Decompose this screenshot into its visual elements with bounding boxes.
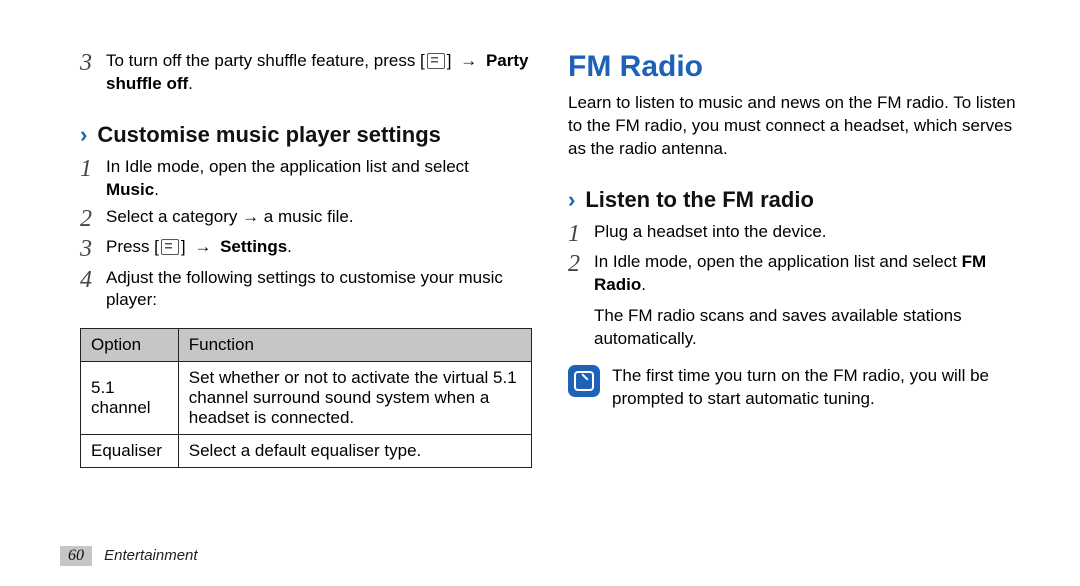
step-text: To turn off the party shuffle feature, p… bbox=[106, 50, 532, 96]
right-step2: 2 In Idle mode, open the application lis… bbox=[568, 251, 1020, 297]
left-step2: 2 Select a category → a music file. bbox=[80, 206, 532, 232]
intro-paragraph: Learn to listen to music and news on the… bbox=[568, 92, 1020, 161]
left-top-step3: 3 To turn off the party shuffle feature,… bbox=[80, 50, 532, 96]
menu-icon bbox=[161, 239, 179, 255]
bold-text: Party bbox=[486, 51, 529, 70]
settings-table: Option Function 5.1 channel Set whether … bbox=[80, 328, 532, 468]
step-number: 2 bbox=[80, 206, 106, 232]
page-content: 3 To turn off the party shuffle feature,… bbox=[0, 0, 1080, 468]
subheading-customise: › Customise music player settings bbox=[80, 122, 532, 148]
text: . bbox=[641, 275, 646, 294]
menu-icon bbox=[427, 53, 445, 69]
text: To turn off the party shuffle feature, p… bbox=[106, 51, 425, 70]
bold-text: Settings bbox=[220, 237, 287, 256]
table-header-option: Option bbox=[81, 329, 179, 362]
chevron-icon: › bbox=[568, 187, 575, 213]
note-text: The first time you turn on the FM radio,… bbox=[612, 365, 1020, 411]
section-title-fm-radio: FM Radio bbox=[568, 50, 1020, 84]
note-block: The first time you turn on the FM radio,… bbox=[568, 365, 1020, 411]
page-footer: 60 Entertainment bbox=[60, 546, 198, 566]
left-column: 3 To turn off the party shuffle feature,… bbox=[80, 50, 532, 468]
step-text: In Idle mode, open the application list … bbox=[594, 251, 1020, 297]
table-row: Equaliser Select a default equaliser typ… bbox=[81, 435, 532, 468]
arrow: → bbox=[190, 237, 215, 256]
step-number: 3 bbox=[80, 50, 106, 76]
subheading-text: Customise music player settings bbox=[97, 122, 441, 148]
table-cell-function: Set whether or not to activate the virtu… bbox=[178, 362, 531, 435]
text: . bbox=[287, 237, 292, 256]
step-text: Plug a headset into the device. bbox=[594, 221, 1020, 244]
step-number: 4 bbox=[80, 267, 106, 293]
page-number: 60 bbox=[60, 546, 92, 566]
right-column: FM Radio Learn to listen to music and ne… bbox=[568, 50, 1020, 468]
table-cell-option: Equaliser bbox=[81, 435, 179, 468]
step2-continuation: The FM radio scans and saves available s… bbox=[594, 305, 1020, 351]
step-number: 1 bbox=[568, 221, 594, 247]
subheading-text: Listen to the FM radio bbox=[585, 187, 814, 213]
text: . bbox=[154, 180, 159, 199]
table-cell-option: 5.1 channel bbox=[81, 362, 179, 435]
step-text: In Idle mode, open the application list … bbox=[106, 156, 532, 202]
chevron-icon: › bbox=[80, 122, 87, 148]
table-header-function: Function bbox=[178, 329, 531, 362]
text: In Idle mode, open the application list … bbox=[594, 252, 962, 271]
table-cell-function: Select a default equaliser type. bbox=[178, 435, 531, 468]
step-text: Select a category → a music file. bbox=[106, 206, 532, 229]
note-icon bbox=[568, 365, 600, 397]
bold-text: shuffle off bbox=[106, 74, 188, 93]
table-header-row: Option Function bbox=[81, 329, 532, 362]
table-row: 5.1 channel Set whether or not to activa… bbox=[81, 362, 532, 435]
left-step3: 3 Press [] → Settings. bbox=[80, 236, 532, 262]
text: In Idle mode, open the application list … bbox=[106, 157, 469, 176]
text: ] bbox=[181, 237, 190, 256]
step-number: 2 bbox=[568, 251, 594, 277]
right-step1: 1 Plug a headset into the device. bbox=[568, 221, 1020, 247]
arrow: → bbox=[456, 51, 481, 70]
step-text: Press [] → Settings. bbox=[106, 236, 532, 259]
subheading-listen: › Listen to the FM radio bbox=[568, 187, 1020, 213]
section-name: Entertainment bbox=[104, 547, 197, 564]
bold-text: Music bbox=[106, 180, 154, 199]
step-text: Adjust the following settings to customi… bbox=[106, 267, 532, 313]
text: Press [ bbox=[106, 237, 159, 256]
text: . bbox=[188, 74, 193, 93]
left-step4: 4 Adjust the following settings to custo… bbox=[80, 267, 532, 313]
left-step1: 1 In Idle mode, open the application lis… bbox=[80, 156, 532, 202]
text: ] bbox=[447, 51, 456, 70]
step-number: 3 bbox=[80, 236, 106, 262]
step-number: 1 bbox=[80, 156, 106, 182]
